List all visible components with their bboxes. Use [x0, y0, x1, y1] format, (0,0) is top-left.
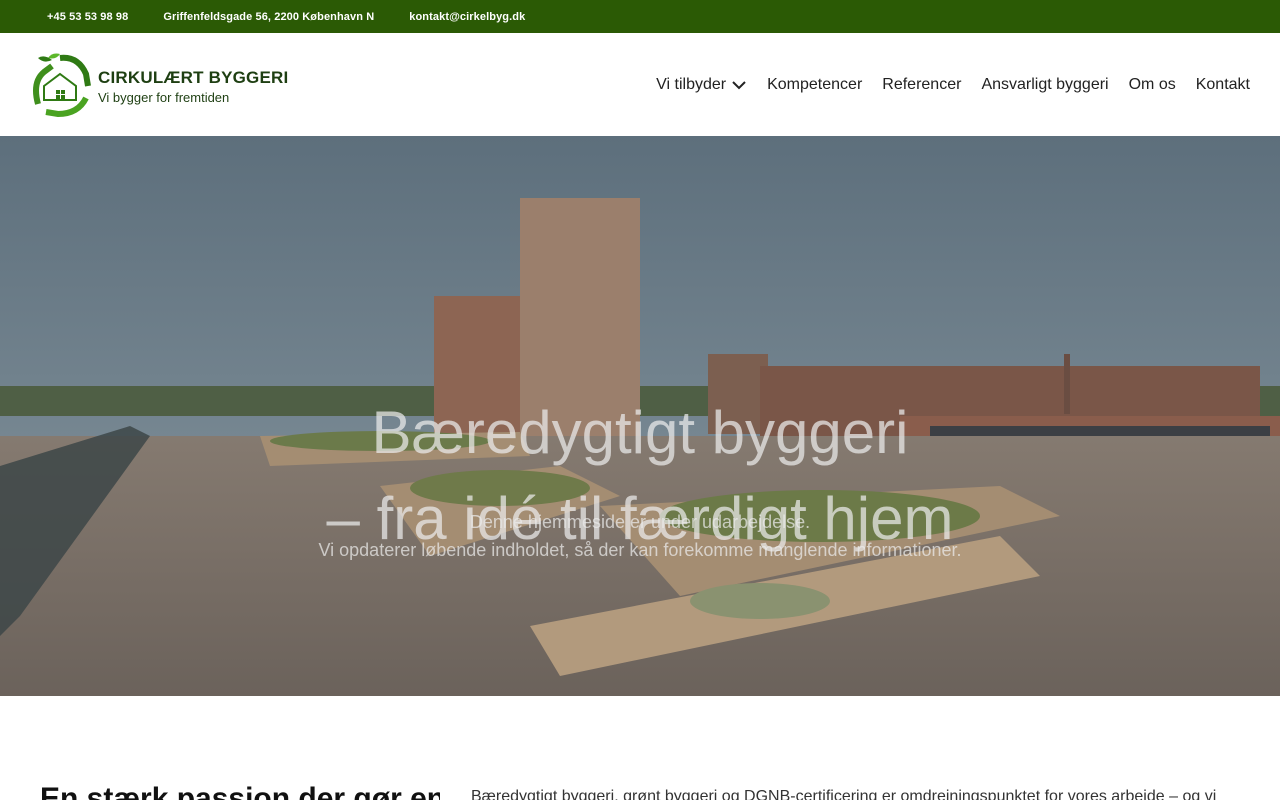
email-link[interactable]: kontakt@cirkelbyg.dk: [409, 11, 525, 23]
nav-item-referencer[interactable]: Referencer: [882, 76, 961, 94]
chevron-down-icon: [732, 80, 746, 89]
site-header: CIRKULÆRT BYGGERI Vi bygger for fremtide…: [0, 33, 1280, 136]
recycle-house-icon: [33, 53, 91, 117]
hero-text: Bæredygtigt byggeri – fra idé til færdig…: [0, 136, 1280, 696]
logo-title: CIRKULÆRT BYGGERI: [98, 68, 289, 87]
nav-item-om-os[interactable]: Om os: [1129, 76, 1176, 94]
address-text: Griffenfeldsgade 56, 2200 København N: [163, 10, 375, 23]
hero-heading-line-1: Bæredygtigt byggeri: [371, 399, 909, 466]
intro-section: En stærk passion der gør en Bæredygtigt …: [0, 696, 1280, 800]
hero-banner: Bæredygtigt byggeri – fra idé til færdig…: [0, 136, 1280, 696]
nav-item-kompetencer[interactable]: Kompetencer: [767, 76, 862, 94]
logo-tagline: Vi bygger for fremtiden: [98, 90, 230, 105]
hero-notice-line-1: Denne hjemmeside er under udarbejdelse.: [469, 512, 811, 532]
top-contact-bar: +45 53 53 98 98 Griffenfeldsgade 56, 220…: [0, 0, 1280, 33]
main-nav: Vi tilbyder Kompetencer Referencer Ansva…: [656, 76, 1250, 94]
nav-item-vi-tilbyder[interactable]: Vi tilbyder: [656, 76, 747, 94]
nav-item-label: Vi tilbyder: [656, 75, 727, 93]
intro-text: Bæredygtigt byggeri, grønt byggeri og DG…: [471, 788, 1217, 800]
nav-item-ansvarligt-byggeri[interactable]: Ansvarligt byggeri: [981, 76, 1108, 94]
site-logo[interactable]: CIRKULÆRT BYGGERI Vi bygger for fremtide…: [30, 50, 288, 120]
intro-heading: En stærk passion der gør en: [40, 782, 440, 800]
phone-link[interactable]: +45 53 53 98 98: [47, 11, 128, 23]
nav-item-kontakt[interactable]: Kontakt: [1196, 76, 1250, 94]
hero-notice-line-2: Vi opdaterer løbende indholdet, så der k…: [318, 540, 962, 560]
